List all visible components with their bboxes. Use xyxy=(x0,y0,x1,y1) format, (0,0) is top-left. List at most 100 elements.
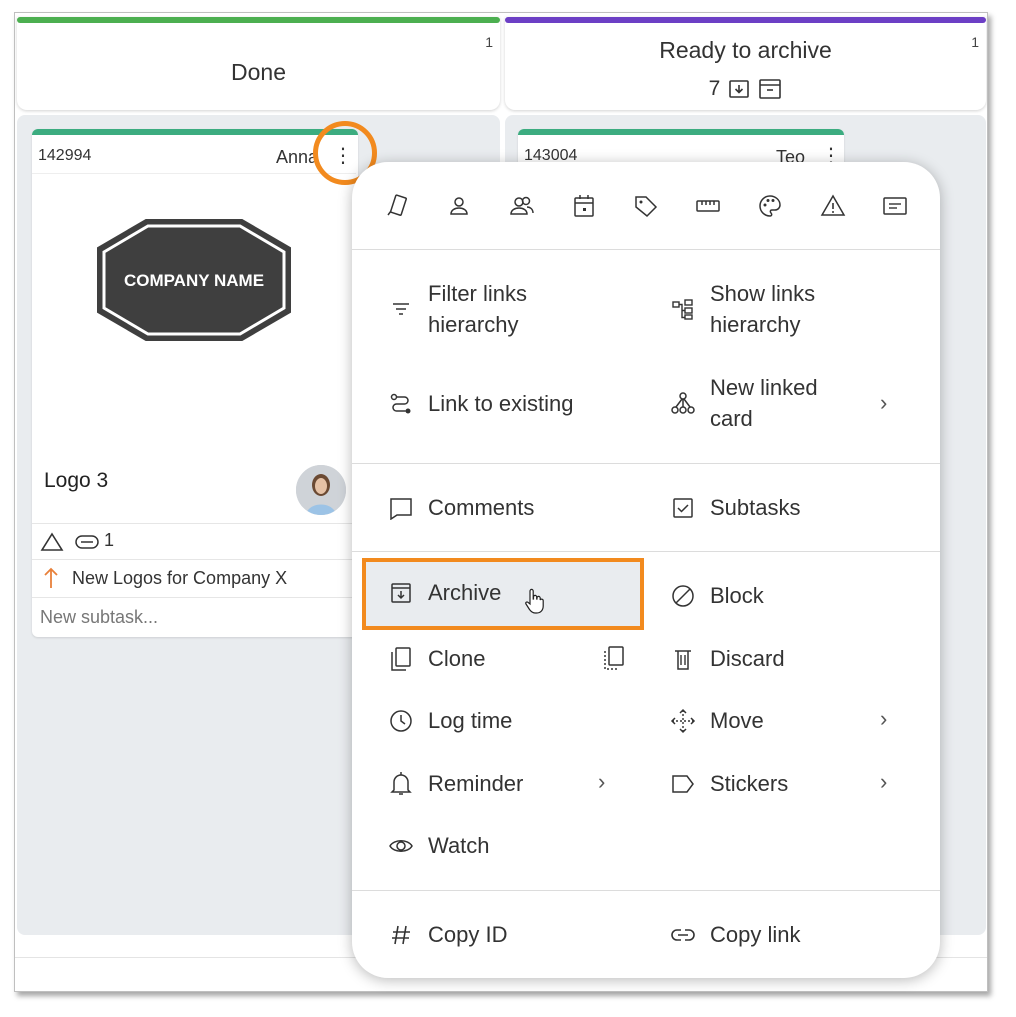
menu-item-label: Archive xyxy=(428,580,502,605)
hand-cursor-icon xyxy=(524,588,544,614)
menu-item-label: Reminder xyxy=(428,771,524,796)
column-title: Done xyxy=(231,59,286,85)
calendar-icon[interactable] xyxy=(564,186,604,226)
divider xyxy=(352,463,940,464)
block-item[interactable]: Block xyxy=(670,580,910,611)
menu-item-label: Stickers xyxy=(710,771,789,796)
column-header-done[interactable]: 1 Done xyxy=(17,17,500,110)
clock-icon xyxy=(388,708,414,734)
link-icon xyxy=(670,922,696,948)
column-card-count: 1 xyxy=(485,34,493,50)
bell-icon xyxy=(388,771,414,797)
menu-item-label: Show links hierarchy xyxy=(710,281,816,337)
new-linked-card-item[interactable]: New linked card xyxy=(670,372,910,434)
reminder-item[interactable]: Reminder xyxy=(388,768,628,799)
chevron-right-icon: › xyxy=(880,390,888,415)
new-subtask-placeholder: New subtask... xyxy=(40,607,159,627)
warning-icon[interactable] xyxy=(813,186,853,226)
column-color-bar xyxy=(505,17,986,23)
chevron-right-icon: › xyxy=(880,769,888,794)
menu-item-label: Filter links hierarchy xyxy=(428,281,528,337)
color-icon[interactable] xyxy=(750,186,790,226)
checkbox-icon xyxy=(670,495,696,521)
clone-options-icon[interactable] xyxy=(602,645,626,671)
menu-item-label: New linked card xyxy=(710,375,818,431)
logo-text: COMPANY NAME xyxy=(124,271,264,290)
hash-icon xyxy=(388,922,414,948)
owner-icon[interactable] xyxy=(439,186,479,226)
divider xyxy=(352,249,940,250)
card-owner[interactable]: Anna xyxy=(276,147,318,168)
description-icon[interactable] xyxy=(875,186,915,226)
archive-item[interactable]: Archive xyxy=(362,558,644,630)
card-color-bar xyxy=(32,129,358,135)
column-header-ready-to-archive[interactable]: 1 Ready to archive 7 xyxy=(505,17,986,110)
move-item[interactable]: Move xyxy=(670,705,910,736)
menu-item-label: Copy link xyxy=(710,922,801,947)
column-archive-controls: 7 xyxy=(505,77,986,101)
move-icon xyxy=(670,708,696,734)
discard-item[interactable]: Discard xyxy=(670,643,910,674)
copy-link-item[interactable]: Copy link xyxy=(670,919,910,950)
chevron-right-icon: › xyxy=(880,706,888,731)
menu-item-label: Block xyxy=(710,583,764,608)
warning-outline-icon[interactable] xyxy=(40,532,64,552)
clone-icon xyxy=(388,646,414,672)
members-icon[interactable] xyxy=(502,186,542,226)
card-title[interactable]: Logo 3 xyxy=(44,469,108,493)
filter-icon xyxy=(388,296,414,322)
divider xyxy=(352,890,940,891)
filter-links-hierarchy-item[interactable]: Filter links hierarchy xyxy=(388,278,628,340)
card-indicators: 1 xyxy=(32,523,358,559)
card-color-bar xyxy=(518,129,844,135)
new-subtask-input[interactable]: New subtask... xyxy=(32,597,358,637)
show-links-hierarchy-item[interactable]: Show links hierarchy xyxy=(670,278,910,340)
quick-action-toolbar xyxy=(352,186,940,230)
comments-item[interactable]: Comments xyxy=(388,492,628,523)
archive-download-icon[interactable] xyxy=(728,78,750,100)
clone-item[interactable]: Clone xyxy=(388,643,628,674)
archive-item-content: Archive xyxy=(388,577,501,608)
arrow-up-icon xyxy=(42,566,60,590)
chevron-right-icon: › xyxy=(598,769,606,794)
link-path-icon xyxy=(388,391,414,417)
column-title: Ready to archive xyxy=(659,37,832,63)
card-id[interactable]: 142994 xyxy=(38,147,91,165)
attachment-icon[interactable] xyxy=(74,533,100,551)
attachment-count: 1 xyxy=(104,530,115,550)
menu-item-label: Log time xyxy=(428,708,513,733)
column-color-bar xyxy=(17,17,500,23)
stickers-item[interactable]: Stickers xyxy=(670,768,910,799)
linked-card-icon xyxy=(670,390,696,416)
archive-box-icon[interactable] xyxy=(758,77,782,101)
menu-item-label: Copy ID xyxy=(428,922,508,947)
block-icon xyxy=(670,583,696,609)
menu-item-label: Subtasks xyxy=(710,495,801,520)
archive-icon xyxy=(388,580,414,606)
menu-item-label: Watch xyxy=(428,833,490,858)
trash-icon xyxy=(670,646,696,672)
menu-item-label: Discard xyxy=(710,646,785,671)
eye-icon xyxy=(388,833,414,859)
parent-link-row[interactable]: New Logos for Company X xyxy=(32,559,358,597)
menu-item-label: Link to existing xyxy=(428,391,574,416)
card[interactable]: 142994 Anna ⋮ COMPANY NAME Logo 3 1 New … xyxy=(32,129,358,637)
size-icon[interactable] xyxy=(688,186,728,226)
menu-item-label: Clone xyxy=(428,646,486,671)
avatar[interactable] xyxy=(296,465,346,515)
copy-id-item[interactable]: Copy ID xyxy=(388,919,628,950)
menu-item-label: Comments xyxy=(428,495,535,520)
watch-item[interactable]: Watch xyxy=(388,830,628,861)
parent-card-link[interactable]: New Logos for Company X xyxy=(72,568,287,589)
comment-icon xyxy=(388,495,414,521)
link-to-existing-item[interactable]: Link to existing xyxy=(388,388,628,419)
hierarchy-icon xyxy=(670,296,696,322)
archive-count: 7 xyxy=(708,77,721,100)
card-type-icon[interactable] xyxy=(377,186,417,226)
log-time-item[interactable]: Log time xyxy=(388,705,628,736)
tag-icon[interactable] xyxy=(626,186,666,226)
divider xyxy=(352,551,940,552)
card-cover-image: COMPANY NAME xyxy=(32,173,356,457)
subtasks-item[interactable]: Subtasks xyxy=(670,492,910,523)
sticker-icon xyxy=(670,771,696,797)
